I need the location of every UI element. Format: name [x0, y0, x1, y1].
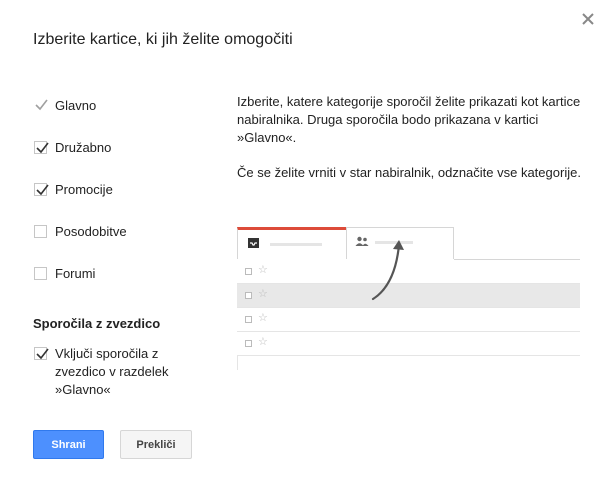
checkbox-checked-icon[interactable]	[34, 140, 49, 154]
category-promotions[interactable]: Promocije	[34, 179, 113, 199]
dialog-title: Izberite kartice, ki jih želite omogočit…	[33, 31, 293, 48]
starred-heading: Sporočila z zvezdico	[33, 316, 161, 331]
description: Izberite, katere kategorije sporočil žel…	[237, 93, 587, 199]
category-social[interactable]: Družabno	[34, 137, 111, 157]
checkbox-checked-icon[interactable]	[34, 182, 49, 196]
curved-arrow-icon	[371, 240, 404, 301]
category-label: Forumi	[55, 265, 96, 281]
category-label: Posodobitve	[55, 223, 127, 239]
checkbox-unchecked-icon[interactable]	[34, 266, 47, 280]
save-button[interactable]: Shrani	[33, 430, 104, 459]
cancel-button[interactable]: Prekliči	[120, 430, 192, 459]
category-primary: Glavno	[34, 95, 96, 115]
close-icon[interactable]	[582, 13, 598, 29]
tabs-config-dialog: Izberite kartice, ki jih želite omogočit…	[0, 0, 613, 488]
starred-option[interactable]: Vključi sporočila z zvezdico v razdelek …	[34, 345, 195, 399]
description-paragraph: Če se želite vrniti v star nabiralnik, o…	[237, 165, 581, 180]
category-label: Glavno	[55, 97, 97, 113]
checkbox-unchecked-icon[interactable]	[34, 224, 47, 238]
checkmark-icon	[34, 99, 48, 112]
checkbox-checked-icon[interactable]	[34, 347, 49, 360]
starred-option-label: Vključi sporočila z zvezdico v razdelek …	[55, 346, 169, 397]
category-label: Družabno	[55, 139, 112, 155]
description-paragraph: Izberite, katere kategorije sporočil žel…	[237, 94, 581, 145]
category-forums[interactable]: Forumi	[34, 263, 95, 283]
category-label: Promocije	[55, 181, 113, 197]
inbox-preview: ☆ ☆ ☆ ☆	[237, 227, 580, 370]
category-updates[interactable]: Posodobitve	[34, 221, 127, 241]
